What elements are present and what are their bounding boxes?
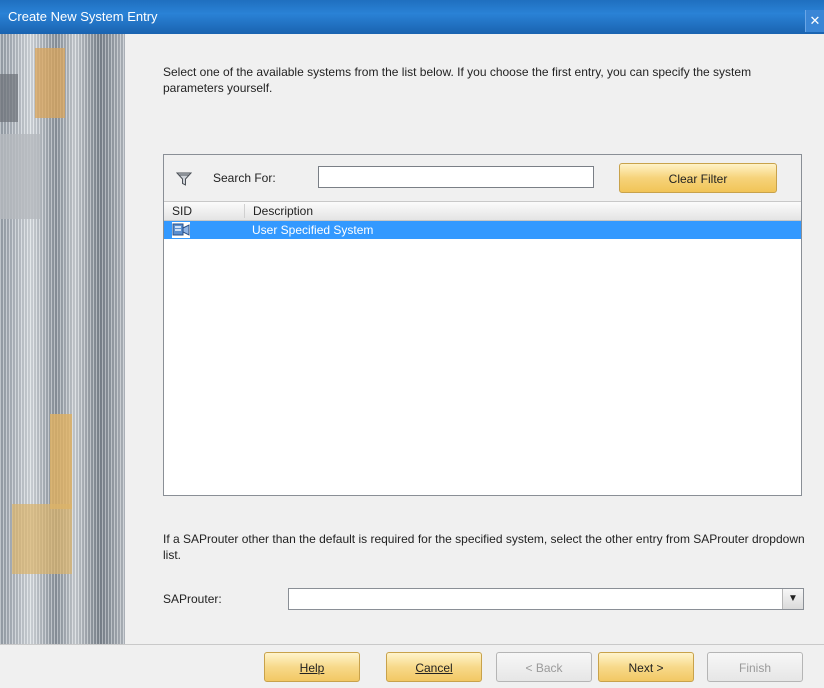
banner-panel [35,48,65,118]
row-description: User Specified System [252,223,374,237]
close-button[interactable]: ✕ [805,10,824,32]
clear-filter-button[interactable]: Clear Filter [619,163,777,193]
cancel-button[interactable]: Cancel [386,652,482,682]
search-label: Search For: [213,171,276,185]
finish-button[interactable]: Finish [707,652,803,682]
back-button[interactable]: < Back [496,652,592,682]
title-bar: Create New System Entry ✕ [0,0,824,34]
system-entry-icon [172,222,190,238]
filter-icon [176,172,192,186]
search-row: Search For: Clear Filter [164,155,801,201]
saprouter-dropdown[interactable]: ▼ [288,588,804,610]
table-row[interactable]: User Specified System [164,221,801,239]
system-list[interactable]: Search For: Clear Filter SID Description [163,154,802,496]
content-area: Select one of the available systems from… [125,34,824,644]
banner-panel [50,414,72,509]
banner-panel [12,504,72,574]
window-title: Create New System Entry [8,9,158,24]
chevron-down-icon[interactable]: ▼ [782,589,803,609]
saprouter-label: SAProuter: [163,592,222,606]
next-button[interactable]: Next > [598,652,694,682]
search-input[interactable] [318,166,594,188]
banner-panel [0,74,18,122]
system-icon [172,223,190,236]
column-header-sid[interactable]: SID [172,204,192,218]
banner-panel [0,134,40,219]
help-button[interactable]: Help [264,652,360,682]
side-banner-image [0,34,125,644]
intro-text: Select one of the available systems from… [163,65,752,95]
saprouter-info: If a SAProuter other than the default is… [163,532,805,562]
table-header: SID Description [164,201,801,221]
dialog-body: Select one of the available systems from… [0,34,824,688]
button-bar: Help Cancel < Back Next > Finish [0,644,824,688]
column-header-description[interactable]: Description [244,204,313,218]
